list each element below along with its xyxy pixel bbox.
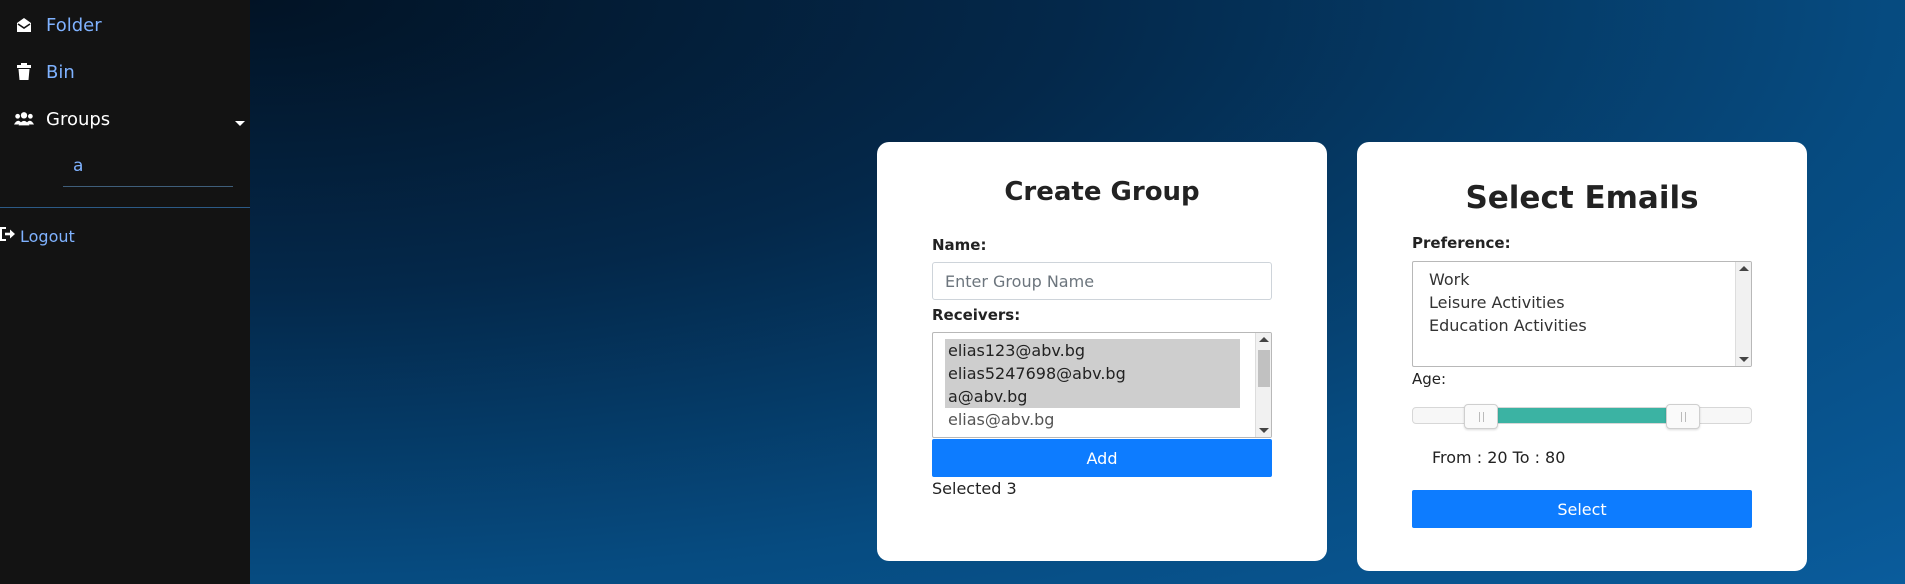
select-emails-card: Select Emails Preference: Work Leisure A… [1357,142,1807,571]
select-emails-title: Select Emails [1465,180,1699,216]
scroll-up-icon[interactable] [1739,266,1749,271]
envelope-open-icon [14,15,34,35]
logout-label: Logout [20,226,75,246]
receiver-option[interactable]: elias5247698@abv.bg [945,362,1240,385]
sidebar-item-bin[interactable]: Bin [0,52,250,92]
scroll-down-icon[interactable] [1259,428,1269,433]
sidebar-item-folder[interactable]: Folder [0,5,250,45]
sidebar-item-groups[interactable]: Groups [0,99,250,139]
receiver-option[interactable]: a@abv.bg [945,385,1240,408]
age-slider-range [1480,408,1684,423]
receiver-option[interactable]: elias123@abv.bg [945,339,1240,362]
sidebar-divider [0,207,250,208]
group-name-input[interactable] [932,262,1272,300]
preference-label: Preference: [1412,234,1511,252]
age-range-slider[interactable] [1412,404,1752,429]
scroll-up-icon[interactable] [1259,337,1269,342]
sign-out-icon [0,226,16,246]
age-range-text: From : 20 To : 80 [1432,448,1566,467]
age-label: Age: [1412,370,1447,388]
name-label: Name: [932,236,987,254]
sidebar-item-label: Bin [46,61,75,83]
chevron-down-icon [235,121,245,126]
create-group-card: Create Group Name: Receivers: elias123@a… [877,142,1327,561]
add-button[interactable]: Add [932,439,1272,477]
scroll-down-icon[interactable] [1739,357,1749,362]
sidebar: Folder Bin Groups a Logout [0,0,250,584]
create-group-title: Create Group [1004,177,1200,207]
receivers-listbox[interactable]: elias123@abv.bg elias5247698@abv.bg a@ab… [932,332,1272,438]
sidebar-group-item[interactable]: a [63,146,233,187]
selected-count: Selected 3 [932,479,1017,498]
trash-icon [14,62,34,82]
main-area: Create Group Name: Receivers: elias123@a… [250,0,1905,584]
age-slider-handle-from[interactable] [1463,404,1498,429]
users-icon [14,109,34,129]
receivers-label: Receivers: [932,306,1021,324]
scroll-thumb[interactable] [1258,350,1270,387]
preference-scrollbar[interactable] [1735,262,1751,366]
select-button[interactable]: Select [1412,490,1752,528]
logout-link[interactable]: Logout [0,225,75,247]
sidebar-item-label: Folder [46,14,102,36]
sidebar-item-label: Groups [46,108,111,130]
receiver-option[interactable]: elias@abv.bg [945,408,1240,431]
preference-option[interactable]: Leisure Activities [1426,291,1751,314]
preference-listbox[interactable]: Work Leisure Activities Education Activi… [1412,261,1752,367]
age-slider-handle-to[interactable] [1666,404,1701,429]
preference-option[interactable]: Work [1426,268,1751,291]
preference-option[interactable]: Education Activities [1426,314,1751,337]
receivers-scrollbar[interactable] [1255,333,1271,437]
